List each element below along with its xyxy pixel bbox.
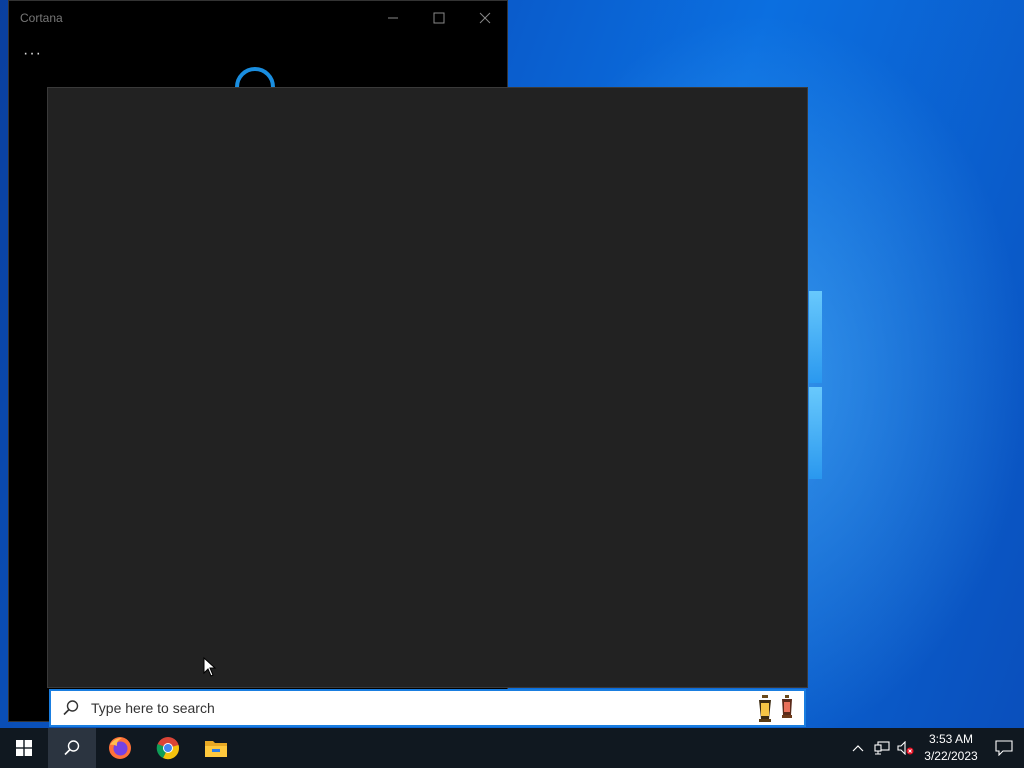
lantern-icon (759, 695, 771, 722)
chevron-up-icon (852, 745, 864, 752)
file-explorer-taskbar-button[interactable] (192, 728, 240, 768)
window-title: Cortana (20, 11, 63, 25)
taskbar: 3:53 AM 3/22/2023 (0, 728, 1024, 768)
search-icon (61, 698, 81, 718)
search-input[interactable] (89, 699, 693, 717)
clock[interactable]: 3:53 AM 3/22/2023 (918, 731, 984, 765)
close-button[interactable] (462, 3, 508, 33)
windows-start-icon (16, 740, 32, 756)
notification-icon (995, 740, 1013, 756)
start-button[interactable] (0, 728, 48, 768)
firefox-taskbar-button[interactable] (96, 728, 144, 768)
show-hidden-icons-button[interactable] (846, 728, 870, 768)
search-icon (64, 740, 80, 756)
volume-button[interactable] (894, 728, 918, 768)
system-tray: 3:53 AM 3/22/2023 (846, 728, 1024, 768)
maximize-icon (433, 12, 445, 24)
network-icon (874, 741, 890, 755)
windows-logo-pane (809, 291, 822, 383)
firefox-icon (109, 737, 131, 759)
windows-logo-pane (809, 387, 822, 479)
search-flyout-panel (47, 87, 808, 688)
taskbar-search-button[interactable] (48, 728, 96, 768)
more-options-button[interactable]: ··· (23, 45, 42, 63)
mouse-cursor-icon (203, 657, 217, 677)
clock-time: 3:53 AM (928, 732, 974, 746)
search-box[interactable] (49, 689, 806, 727)
chrome-icon (156, 737, 179, 760)
close-icon (479, 12, 491, 24)
network-button[interactable] (870, 728, 894, 768)
file-explorer-icon (205, 741, 227, 757)
clock-date: 3/22/2023 (924, 749, 978, 763)
lantern-icon (782, 695, 792, 718)
search-highlight-image[interactable] (756, 695, 794, 723)
maximize-button[interactable] (416, 3, 462, 33)
action-center-button[interactable] (984, 728, 1024, 768)
minimize-button[interactable] (370, 3, 416, 33)
volume-muted-icon (897, 741, 914, 755)
chrome-taskbar-button[interactable] (144, 728, 192, 768)
minimize-icon (388, 17, 398, 19)
